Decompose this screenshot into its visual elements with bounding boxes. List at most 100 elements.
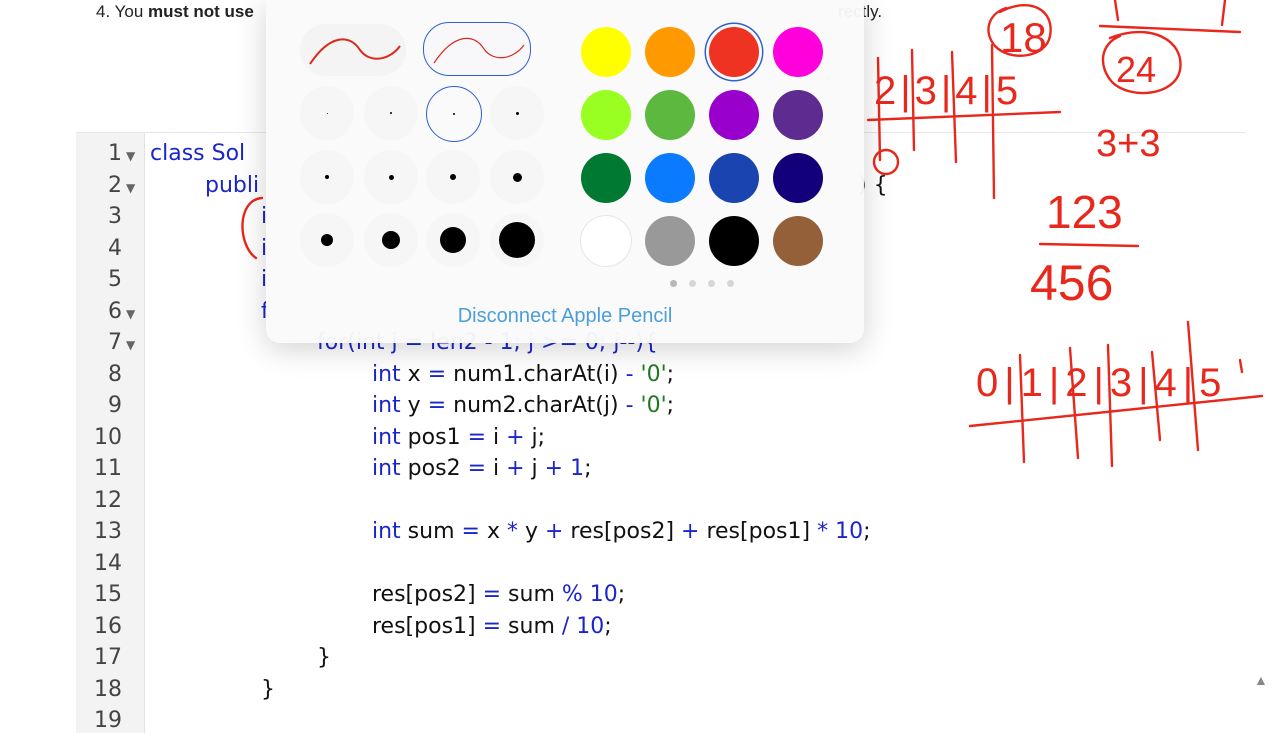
ink-stroke <box>1113 0 1227 27</box>
page-dot <box>727 280 734 287</box>
code-token: = <box>427 362 447 387</box>
code-line-18[interactable]: } <box>261 677 275 702</box>
code-token: int <box>372 519 401 544</box>
code-token: sum <box>501 614 562 639</box>
disconnect-pencil-button[interactable]: Disconnect Apple Pencil <box>266 305 864 328</box>
size-option[interactable] <box>300 86 354 140</box>
code-line-10[interactable]: int pos1 = i + j; <box>372 425 545 450</box>
code-token: 10 <box>569 614 605 639</box>
size-option[interactable] <box>490 213 544 267</box>
size-option[interactable] <box>300 213 354 267</box>
size-dot-icon <box>388 174 394 180</box>
code-token: + <box>506 456 525 481</box>
line-number: 16 <box>94 614 122 639</box>
code-line-16[interactable]: res[pos1] = sum / 10; <box>372 614 612 639</box>
code-token: x <box>479 519 507 544</box>
size-option[interactable] <box>490 150 544 204</box>
color-swatch[interactable] <box>709 27 759 77</box>
code-token: + <box>544 456 564 481</box>
code-token: = <box>467 456 486 481</box>
size-option[interactable] <box>364 86 418 140</box>
color-swatch[interactable] <box>645 27 695 77</box>
color-swatch[interactable] <box>773 27 823 77</box>
size-option-selected[interactable] <box>426 86 482 142</box>
code-token: i <box>486 425 507 450</box>
color-swatch[interactable] <box>645 216 695 266</box>
line-number: 18 <box>94 677 122 702</box>
ink-stroke <box>1101 30 1182 95</box>
size-option[interactable] <box>364 213 418 267</box>
ink-stroke <box>987 4 1052 57</box>
page-indicator[interactable] <box>670 280 734 287</box>
line-number: 14 <box>94 551 122 576</box>
size-dot-icon <box>453 113 455 115</box>
code-line-8[interactable]: int x = num1.charAt(i) - '0'; <box>372 362 674 387</box>
pen-thick-tool[interactable] <box>423 22 531 76</box>
code-token: i <box>486 456 507 481</box>
instruction-text: 4. You must not use <box>96 2 254 22</box>
size-dot-icon <box>515 111 519 115</box>
pen-thin-tool[interactable] <box>300 24 406 76</box>
color-swatch[interactable] <box>709 153 759 203</box>
code-token: + <box>681 519 700 544</box>
line-number: 11 <box>94 456 122 481</box>
page-dot <box>670 280 677 287</box>
code-token: = <box>482 614 502 639</box>
code-token: = <box>467 425 486 450</box>
line-number: 8 <box>108 362 122 387</box>
color-swatch[interactable] <box>709 90 759 140</box>
size-dot-icon <box>321 234 333 246</box>
pencil-palette[interactable]: Disconnect Apple Pencil <box>266 0 864 343</box>
code-token: + <box>544 519 564 544</box>
color-swatch[interactable] <box>581 90 631 140</box>
code-line-2[interactable]: publi <box>205 173 259 198</box>
code-token: ; <box>617 582 626 607</box>
code-line-17[interactable]: } <box>317 645 331 670</box>
code-token: ; <box>863 519 871 544</box>
code-token: num2.charAt(j) <box>446 393 626 418</box>
code-token: int <box>372 456 401 481</box>
fold-arrow-icon[interactable]: ▼ <box>126 149 135 163</box>
code-token: ; <box>666 393 675 418</box>
code-token: j; <box>524 425 546 450</box>
fold-arrow-icon[interactable]: ▼ <box>126 307 135 321</box>
code-token: '0' <box>633 362 667 387</box>
line-number: 4 <box>108 236 122 261</box>
scroll-up-arrow-icon[interactable]: ▲ <box>1254 672 1268 688</box>
size-option[interactable] <box>490 86 544 140</box>
color-swatch[interactable] <box>581 27 631 77</box>
code-token: % <box>561 582 583 607</box>
color-swatch[interactable] <box>645 90 695 140</box>
color-swatch[interactable] <box>773 153 823 203</box>
color-swatch[interactable] <box>773 90 823 140</box>
code-line-15[interactable]: res[pos2] = sum % 10; <box>372 582 625 607</box>
size-option[interactable] <box>300 150 354 204</box>
code-line-1[interactable]: class Sol <box>150 141 245 166</box>
color-swatch[interactable] <box>773 216 823 266</box>
size-option[interactable] <box>426 150 480 204</box>
color-swatch[interactable] <box>581 216 631 266</box>
code-token: - <box>625 362 634 387</box>
color-swatch[interactable] <box>645 153 695 203</box>
page-dot <box>689 280 696 287</box>
ink-stroke <box>1098 24 1242 34</box>
code-token: 10 <box>582 582 618 607</box>
color-swatch[interactable] <box>581 153 631 203</box>
ink-stroke <box>866 110 1062 122</box>
code-line-9[interactable]: int y = num2.charAt(j) - '0'; <box>372 393 674 418</box>
code-token: 1 <box>563 456 585 481</box>
ink-label-18: 18 <box>1000 14 1047 61</box>
fold-arrow-icon[interactable]: ▼ <box>126 338 135 352</box>
code-line-11[interactable]: int pos2 = i + j + 1; <box>372 456 592 481</box>
code-token: j <box>524 456 545 481</box>
code-token: num1.charAt(i) <box>446 362 626 387</box>
size-dot-icon <box>440 227 466 253</box>
size-option[interactable] <box>364 150 418 204</box>
line-number: 12 <box>94 488 122 513</box>
code-line-13[interactable]: int sum = x * y + res[pos2] + res[pos1] … <box>372 519 871 544</box>
fold-arrow-icon[interactable]: ▼ <box>126 181 135 195</box>
code-token: pos1 <box>400 425 468 450</box>
size-dot-icon <box>390 112 392 114</box>
color-swatch[interactable] <box>709 216 759 266</box>
size-option[interactable] <box>426 213 480 267</box>
